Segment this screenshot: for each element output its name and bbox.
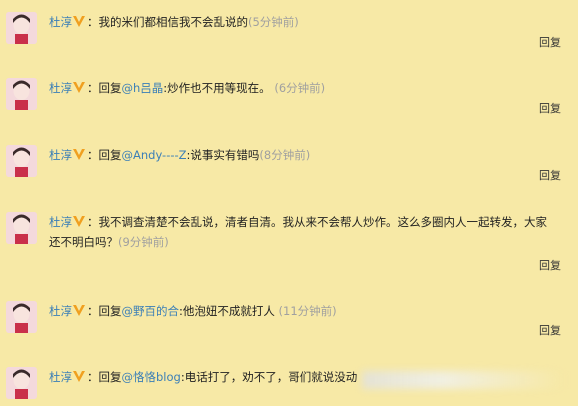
reply-button[interactable]: 回复 (539, 100, 561, 116)
avatar[interactable] (6, 367, 37, 399)
comment-time: (9分钟前) (118, 235, 169, 249)
avatar[interactable] (6, 212, 37, 244)
username-link[interactable]: 杜淳 (49, 148, 72, 162)
avatar[interactable] (6, 12, 37, 44)
username-link[interactable]: 杜淳 (49, 370, 72, 384)
username-link[interactable]: 杜淳 (49, 215, 72, 229)
reply-button[interactable]: 回复 (539, 167, 561, 183)
comment-content: :说事实有错吗 (186, 148, 260, 162)
vip-icon (73, 82, 85, 93)
comment-text: 杜淳 ：回复@野百的合:他泡妞不成就打人 (11分钟前) (49, 304, 337, 318)
reply-button[interactable]: 回复 (539, 322, 561, 338)
avatar[interactable] (6, 145, 37, 177)
comment-content: 我的米们都相信我不会乱说的 (98, 15, 249, 29)
comment-text: 杜淳 ：我不调查清楚不会乱说，清者自清。我从来不会帮人炒作。这么多圈内人一起转发，… (49, 215, 547, 249)
comment-content: :炒作也不用等现在。 (163, 81, 271, 95)
vip-icon (73, 305, 85, 316)
vip-icon (73, 371, 85, 382)
vip-icon (73, 149, 85, 160)
comment-time: (11分钟前) (278, 304, 337, 318)
comment-time: (6分钟前) (274, 81, 326, 95)
comment-text: 杜淳 ：回复@Andy----Z:说事实有错吗(8分钟前) (49, 148, 311, 162)
username-link[interactable]: 杜淳 (49, 304, 72, 318)
comment-content: :他泡妞不成就打人 (179, 304, 275, 318)
comment-content: :电话打了，劝不了，哥们就说没动 (180, 370, 358, 384)
mention-link[interactable]: @Andy----Z (122, 148, 187, 162)
reply-prefix: 回复 (98, 304, 122, 318)
comment-time: (8分钟前) (259, 148, 311, 162)
avatar[interactable] (6, 78, 37, 110)
username-link[interactable]: 杜淳 (49, 81, 72, 95)
reply-prefix: 回复 (98, 81, 122, 95)
reply-button[interactable]: 回复 (539, 257, 561, 273)
vip-icon (73, 216, 85, 227)
reply-button[interactable]: 回复 (539, 34, 561, 50)
reply-prefix: 回复 (98, 370, 122, 384)
mention-link[interactable]: @h吕晶 (122, 81, 164, 95)
comment-text: 杜淳 ：我的米们都相信我不会乱说的(5分钟前) (49, 15, 299, 29)
username-link[interactable]: 杜淳 (49, 15, 72, 29)
mention-link[interactable]: @野百的合 (122, 304, 180, 318)
comment-text: 杜淳 ：回复@h吕晶:炒作也不用等现在。 (6分钟前) (49, 81, 326, 95)
avatar[interactable] (6, 301, 37, 333)
vip-icon (73, 16, 85, 27)
blurred-overlay (362, 371, 562, 389)
mention-link[interactable]: @恪恪blog (122, 370, 181, 384)
comment-time: (5分钟前) (248, 15, 299, 29)
reply-prefix: 回复 (98, 148, 122, 162)
